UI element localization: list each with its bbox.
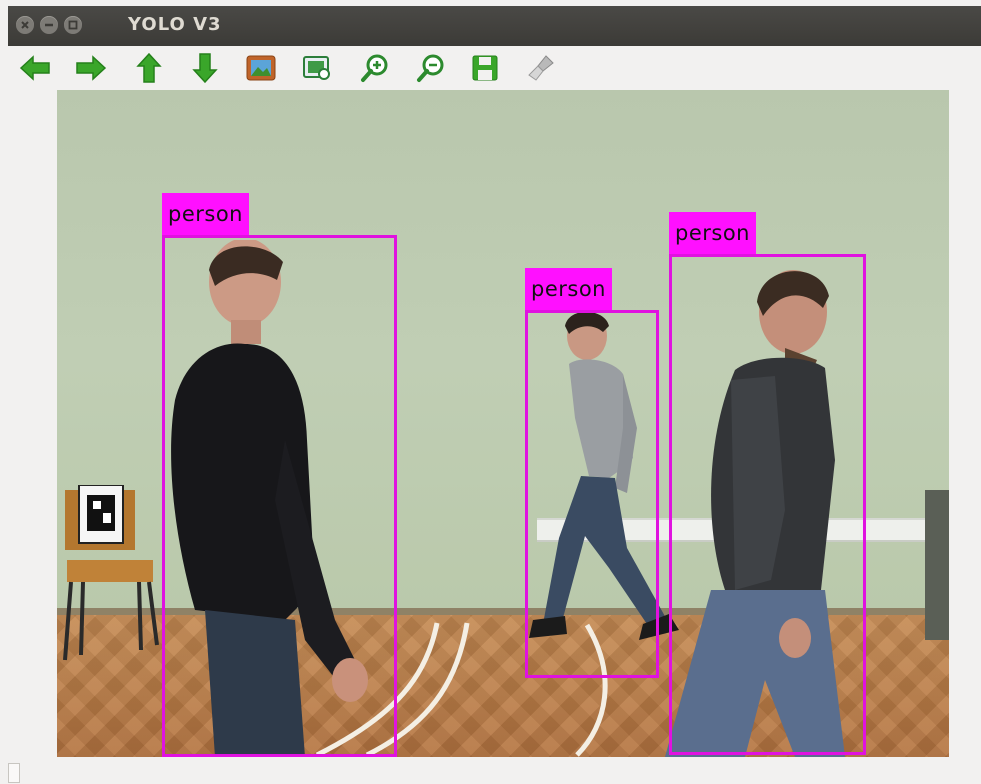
detection-box xyxy=(162,235,397,757)
close-icon[interactable] xyxy=(16,16,34,34)
chair xyxy=(63,485,159,661)
save-icon[interactable] xyxy=(468,51,502,85)
detection-label: person xyxy=(162,193,249,235)
window-titlebar: YOLO V3 xyxy=(8,6,981,46)
toolbar xyxy=(8,46,981,90)
minimize-icon[interactable] xyxy=(40,16,58,34)
maximize-icon[interactable] xyxy=(64,16,82,34)
screenshot-icon[interactable] xyxy=(300,51,334,85)
arrow-right-icon[interactable] xyxy=(74,51,108,85)
zoom-out-icon[interactable] xyxy=(414,51,448,85)
status-indicator xyxy=(8,763,20,783)
detection-label: person xyxy=(525,268,612,310)
detection-box xyxy=(669,254,866,755)
window-title: YOLO V3 xyxy=(128,14,222,35)
clear-brush-icon[interactable] xyxy=(524,51,558,85)
detection-image: person person person xyxy=(57,90,949,757)
image-icon[interactable] xyxy=(244,51,278,85)
detection-box xyxy=(525,310,659,678)
arrow-up-icon[interactable] xyxy=(132,51,166,85)
arrow-down-icon[interactable] xyxy=(188,51,222,85)
zoom-in-icon[interactable] xyxy=(358,51,392,85)
detection-label: person xyxy=(669,212,756,254)
arrow-left-icon[interactable] xyxy=(18,51,52,85)
radiator xyxy=(925,490,949,640)
status-bar xyxy=(0,757,981,784)
